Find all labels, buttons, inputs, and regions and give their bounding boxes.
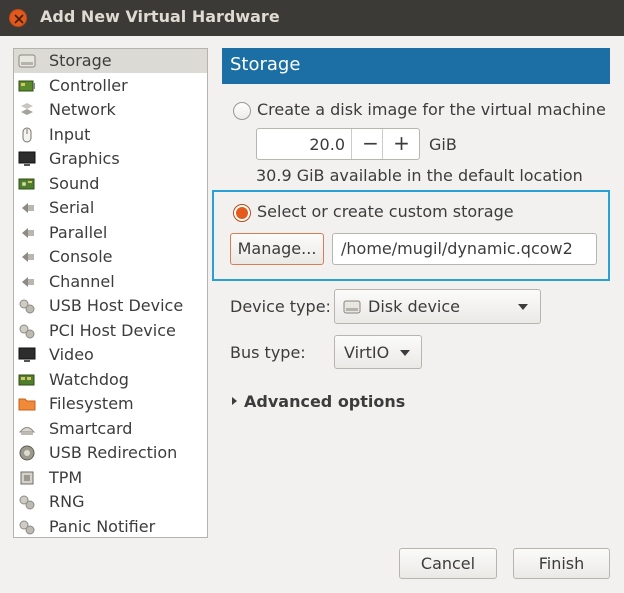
- panic-notifier-icon: [19, 520, 35, 534]
- storage-path-input[interactable]: /home/mugil/dynamic.qcow2: [332, 233, 597, 265]
- sidebar-item-label: Panic Notifier: [49, 516, 156, 536]
- sidebar-item-tpm[interactable]: TPM: [14, 466, 207, 490]
- sidebar-item-usb-redirection[interactable]: USB Redirection: [14, 441, 207, 465]
- sidebar-item-sound[interactable]: Sound: [14, 172, 207, 196]
- sidebar-item-label: Sound: [49, 173, 100, 193]
- sidebar-item-label: Controller: [49, 75, 128, 95]
- device-type-dropdown[interactable]: Disk device: [334, 289, 541, 324]
- window-titlebar: Add New Virtual Hardware: [0, 0, 624, 36]
- sidebar-item-label: PCI Host Device: [49, 320, 176, 340]
- sidebar-item-label: Channel: [49, 271, 115, 291]
- sidebar-item-label: Smartcard: [49, 418, 133, 438]
- sidebar-item-label: Filesystem: [49, 394, 134, 413]
- sidebar-item-network[interactable]: Network: [14, 98, 207, 122]
- sidebar-item-usb-host-device[interactable]: USB Host Device: [14, 294, 207, 318]
- expander-arrow-icon[interactable]: [232, 397, 237, 405]
- sidebar-item-label: TPM: [49, 467, 83, 487]
- sidebar-item-label: RNG: [49, 492, 85, 511]
- sidebar-item-controller[interactable]: Controller: [14, 74, 207, 98]
- mouse-icon: [22, 127, 32, 142]
- cancel-button[interactable]: Cancel: [399, 548, 497, 579]
- video-monitor-icon: [18, 347, 36, 362]
- custom-storage-label[interactable]: Select or create custom storage: [257, 202, 514, 221]
- sidebar-item-label: Parallel: [49, 222, 108, 242]
- sidebar-item-smartcard[interactable]: Smartcard: [14, 417, 207, 441]
- device-type-label: Device type:: [230, 297, 331, 316]
- bus-type-dropdown[interactable]: VirtIO: [334, 335, 422, 369]
- custom-storage-radio[interactable]: [233, 204, 251, 222]
- channel-port-icon: [22, 276, 34, 287]
- sidebar-item-panic-notifier[interactable]: Panic Notifier: [14, 515, 207, 539]
- disk-device-icon: [343, 300, 361, 314]
- tpm-chip-icon: [20, 471, 34, 484]
- storage-icon: [18, 54, 36, 68]
- disk-size-spinner[interactable]: 20.0 − +: [256, 128, 420, 160]
- network-icon: [21, 103, 33, 115]
- create-disk-image-radio[interactable]: [233, 102, 251, 120]
- create-disk-image-label[interactable]: Create a disk image for the virtual mach…: [257, 100, 606, 119]
- sidebar-item-label: Video: [49, 345, 94, 364]
- sidebar-item-label: Input: [49, 124, 91, 144]
- manage-button[interactable]: Manage...: [230, 233, 324, 265]
- usb-redirection-icon: [19, 445, 35, 461]
- section-title: Storage: [230, 54, 301, 75]
- sidebar-item-storage[interactable]: Storage: [14, 49, 207, 73]
- window-title: Add New Virtual Hardware: [40, 7, 280, 26]
- sidebar-item-parallel[interactable]: Parallel: [14, 221, 207, 245]
- sidebar-item-label: Network: [49, 100, 116, 119]
- sidebar-item-label: USB Host Device: [49, 296, 184, 315]
- sidebar-item-label: Serial: [49, 198, 95, 217]
- bus-type-value: VirtIO: [344, 343, 390, 362]
- disk-size-value[interactable]: 20.0: [257, 135, 345, 154]
- advanced-options-expander[interactable]: Advanced options: [244, 392, 405, 411]
- sidebar-item-label: Graphics: [49, 149, 120, 168]
- parallel-port-icon: [22, 227, 34, 238]
- sidebar-item-input[interactable]: Input: [14, 123, 207, 147]
- close-window-button[interactable]: [9, 9, 27, 27]
- bus-type-label: Bus type:: [230, 343, 306, 362]
- sidebar-item-label: USB Redirection: [49, 443, 178, 462]
- sidebar-item-label: Watchdog: [49, 369, 129, 389]
- controller-icon: [18, 80, 35, 91]
- sidebar-item-graphics[interactable]: Graphics: [14, 147, 207, 171]
- smartcard-icon: [18, 426, 36, 435]
- folder-icon: [18, 398, 36, 411]
- sidebar-item-rng[interactable]: RNG: [14, 490, 207, 514]
- size-unit-label: GiB: [429, 135, 457, 154]
- storage-path-value[interactable]: /home/mugil/dynamic.qcow2: [341, 239, 573, 258]
- console-port-icon: [22, 252, 34, 262]
- sidebar-item-pci-host-device[interactable]: PCI Host Device: [14, 319, 207, 343]
- sidebar-item-label: Console: [49, 247, 113, 266]
- storage-section-header: Storage: [222, 48, 610, 84]
- sound-card-icon: [18, 178, 35, 189]
- serial-port-icon: [22, 203, 34, 213]
- sidebar-item-label: Storage: [49, 51, 112, 70]
- sidebar-item-console[interactable]: Console: [14, 245, 207, 269]
- sidebar-item-watchdog[interactable]: Watchdog: [14, 368, 207, 392]
- increase-size-button[interactable]: +: [382, 129, 420, 159]
- chevron-down-icon: [518, 304, 528, 310]
- monitor-icon: [18, 151, 36, 166]
- watchdog-icon: [18, 374, 35, 385]
- available-space-label: 30.9 GiB available in the default locati…: [256, 166, 583, 185]
- pci-host-icon: [19, 324, 35, 338]
- sidebar-item-video[interactable]: Video: [14, 343, 207, 367]
- close-icon: [14, 14, 24, 24]
- device-type-value: Disk device: [368, 297, 461, 316]
- rng-icon: [19, 495, 35, 510]
- sidebar-item-filesystem[interactable]: Filesystem: [14, 392, 207, 416]
- chevron-down-icon: [400, 350, 410, 356]
- sidebar-item-serial[interactable]: Serial: [14, 196, 207, 220]
- hardware-type-list[interactable]: Storage Controller Network Input Graphic…: [13, 48, 208, 538]
- usb-host-icon: [19, 299, 35, 314]
- sidebar-item-channel[interactable]: Channel: [14, 270, 207, 294]
- finish-button[interactable]: Finish: [513, 548, 610, 579]
